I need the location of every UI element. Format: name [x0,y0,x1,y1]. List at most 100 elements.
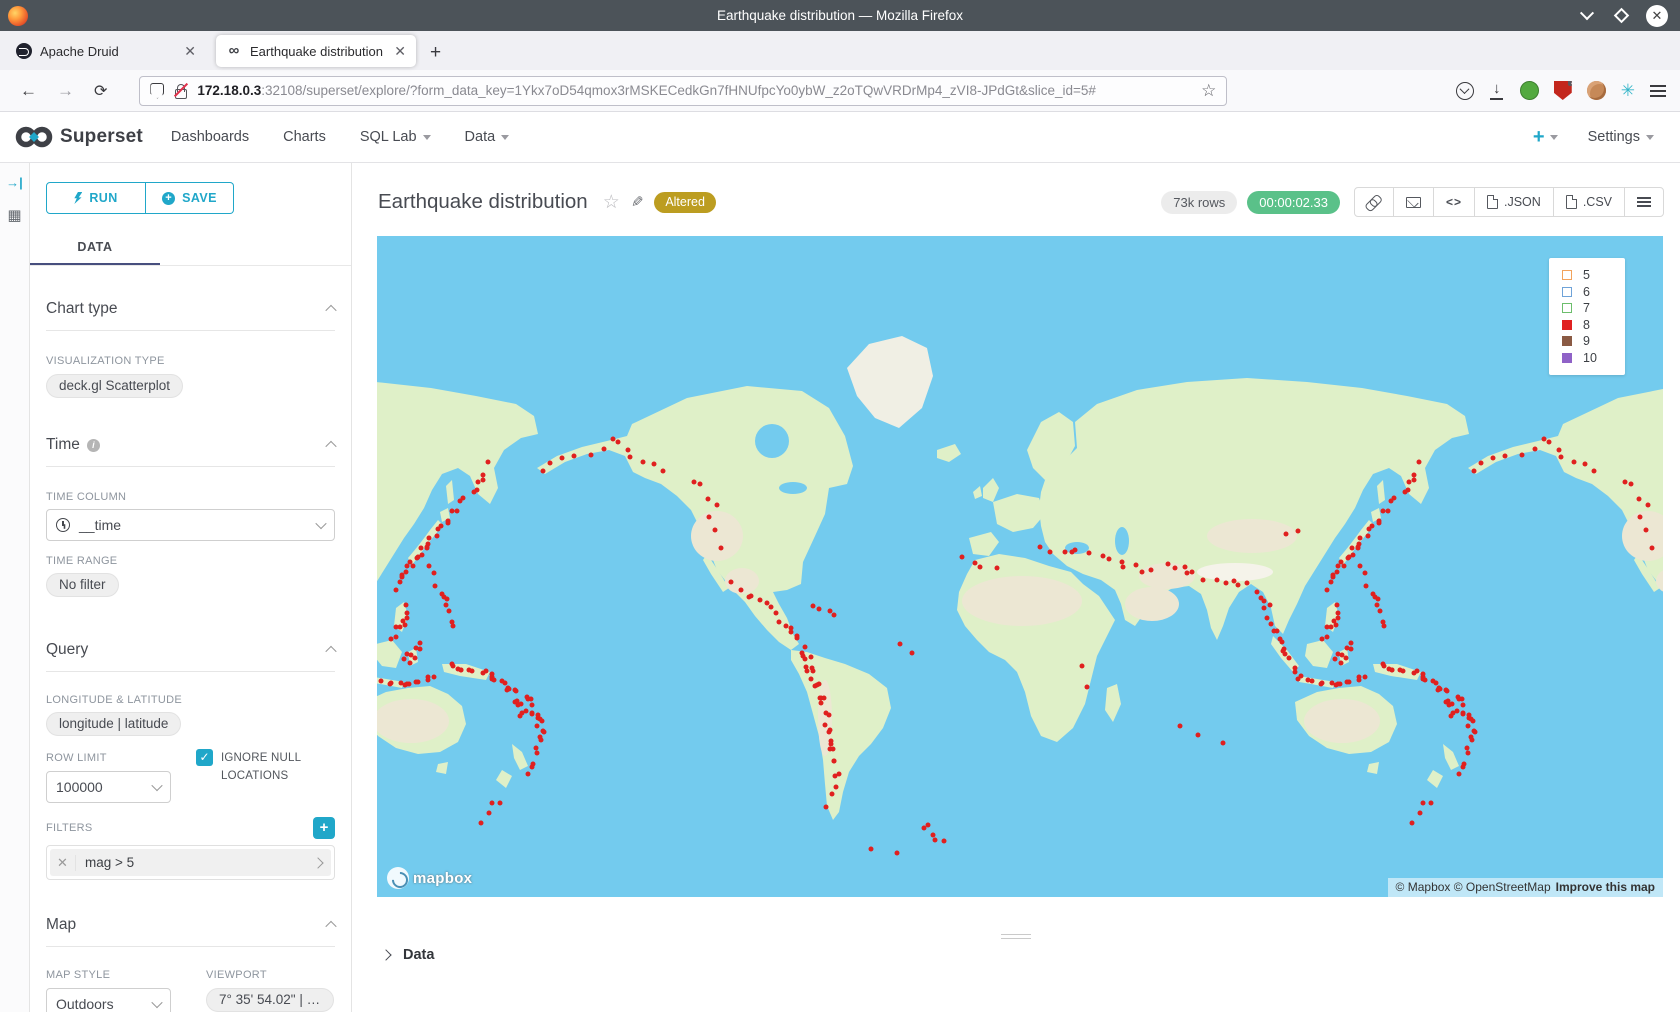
back-icon[interactable]: ← [20,81,37,101]
new-tab-button[interactable]: + [430,42,441,64]
earthquake-point [1449,713,1454,718]
run-button[interactable]: RUN [46,182,146,214]
pane-drag-handle[interactable] [1001,931,1031,942]
browser-tab[interactable]: Apache Druid✕ [6,35,206,67]
earthquake-point [1215,578,1220,583]
add-new-button[interactable]: + [1533,126,1558,149]
legend-item[interactable]: 7 [1562,300,1625,317]
altered-badge[interactable]: Altered [654,192,716,213]
tab-close-icon[interactable]: ✕ [184,43,196,60]
extension-asterisk-icon[interactable]: ✳ [1621,81,1635,101]
superset-logo[interactable]: Superset [14,124,143,150]
earthquake-point [1460,764,1465,769]
hamburger-menu-icon[interactable] [1650,90,1666,92]
row-count-badge: 73k rows [1161,191,1237,214]
edit-properties-icon[interactable]: ✎ [631,193,644,211]
lonlat-value[interactable]: longitude | latitude [46,712,181,736]
section-chart-type[interactable]: Chart type [46,300,335,318]
earthquake-point [474,487,479,492]
deckgl-map[interactable]: 5678910 mapbox © Mapbox © OpenStreetMap … [377,236,1663,897]
viz-type-value[interactable]: deck.gl Scatterplot [46,374,183,398]
viewport-value[interactable]: 7° 35' 54.02" | 31... [206,988,334,1012]
earthquake-point [1149,568,1154,573]
nav-item-data[interactable]: Data [465,129,510,145]
improve-map-link[interactable]: Improve this map [1556,880,1655,894]
mapbox-logo[interactable]: mapbox [387,867,472,889]
earthquake-point [1223,581,1228,586]
earthquake-point [758,598,763,603]
cookie-extension-icon[interactable] [1587,81,1606,100]
tab-data[interactable]: DATA [30,230,160,265]
data-panel-toggle[interactable]: Data [382,947,434,963]
earthquake-point [431,674,436,679]
earthquake-point [405,682,410,687]
earthquake-point [1319,681,1324,686]
nav-item-charts[interactable]: Charts [283,129,326,145]
earthquake-point [1172,565,1177,570]
insecure-lock-icon[interactable] [174,83,187,98]
favorite-star-icon[interactable]: ☆ [603,191,620,214]
section-map[interactable]: Map [46,916,335,934]
earthquake-point [1591,469,1596,474]
forward-icon[interactable]: → [57,81,74,101]
tracking-shield-icon[interactable] [150,83,164,99]
filter-value[interactable]: mag > 5 [76,855,305,870]
more-actions-button[interactable] [1625,188,1663,216]
email-link-button[interactable] [1394,188,1434,216]
earthquake-point [461,495,466,500]
map-style-select[interactable]: Outdoors [46,988,171,1012]
downloads-icon[interactable]: ↓ [1489,82,1505,100]
earthquake-point [405,615,410,620]
earthquake-point [738,588,743,593]
section-time[interactable]: Timei [46,436,335,454]
attribution-text[interactable]: © Mapbox © OpenStreetMap [1396,880,1551,894]
filter-item[interactable]: ✕ mag > 5 [46,845,335,880]
legend-item[interactable]: 10 [1562,350,1625,367]
row-limit-select[interactable]: 100000 [46,771,171,803]
minimize-icon[interactable] [1578,7,1596,25]
legend-item[interactable]: 9 [1562,333,1625,350]
earthquake-point [439,523,444,528]
brand-name: Superset [60,126,143,148]
legend-item[interactable]: 5 [1562,267,1625,284]
legend-item[interactable]: 6 [1562,284,1625,301]
earthquake-point [808,654,813,659]
url-text[interactable]: 172.18.0.3:32108/superset/explore/?form_… [197,83,1193,98]
time-range-value[interactable]: No filter [46,573,119,597]
bookmark-star-icon[interactable]: ☆ [1201,81,1216,101]
url-input[interactable]: 172.18.0.3:32108/superset/explore/?form_… [139,76,1227,106]
tab-close-icon[interactable]: ✕ [394,43,406,60]
privacy-badger-icon[interactable] [1520,81,1539,100]
export-json-button[interactable]: .JSON [1475,188,1554,216]
nav-item-sql-lab[interactable]: SQL Lab [360,129,431,145]
earthquake-point [1048,550,1053,555]
earthquake-point [1254,590,1259,595]
ublock-icon[interactable]: 2 [1554,81,1572,100]
embed-code-button[interactable]: <> [1434,188,1475,216]
earthquake-point [425,542,430,547]
settings-menu[interactable]: Settings [1588,129,1654,145]
earthquake-point [1195,733,1200,738]
earthquake-point [707,515,712,520]
save-button[interactable]: +SAVE [146,182,234,214]
browser-tab[interactable]: ∞Earthquake distribution✕ [216,35,416,67]
ignore-null-checkbox[interactable]: ✓ [196,749,213,766]
close-icon[interactable]: ✕ [1646,5,1668,27]
remove-filter-icon[interactable]: ✕ [50,855,76,871]
export-csv-button[interactable]: .CSV [1554,188,1625,216]
reload-icon[interactable]: ⟳ [94,81,107,101]
nav-item-dashboards[interactable]: Dashboards [171,129,249,145]
earthquake-point [1357,674,1362,679]
earthquake-point [1363,584,1368,589]
world-map [377,236,1663,897]
add-filter-button[interactable]: + [313,817,335,839]
time-column-select[interactable]: __time [46,509,335,541]
dataset-grid-icon[interactable]: ▦ [7,206,21,224]
expand-panel-icon[interactable]: →| [6,175,23,190]
legend-item[interactable]: 8 [1562,317,1625,334]
copy-link-button[interactable] [1355,188,1394,216]
pocket-icon[interactable] [1456,82,1474,100]
earthquake-point [1358,564,1363,569]
section-query[interactable]: Query [46,641,335,659]
maximize-icon[interactable] [1612,7,1630,25]
